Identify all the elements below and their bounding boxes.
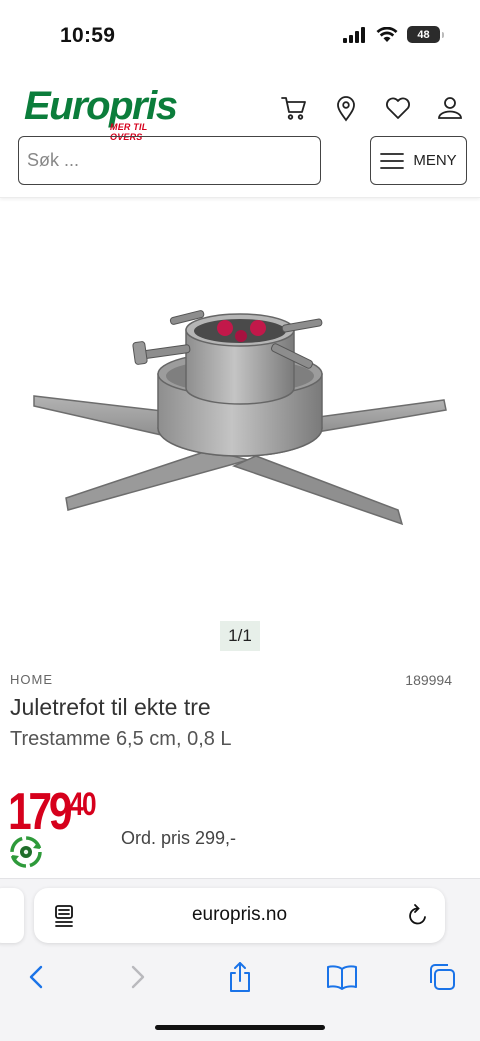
previous-tab-edge[interactable] [0,888,24,943]
product-brand[interactable]: HOME [10,672,53,687]
product-sku: 189994 [405,672,452,688]
browser-toolbar: europris.no [0,878,480,1041]
site-header: Europris MER TIL OVERS Søk ... MENY [0,70,480,198]
address-bar[interactable]: europris.no [34,888,445,943]
ordinary-price: Ord. pris 299,- [121,828,237,848]
status-bar: 10:59 48 [0,0,480,70]
hamburger-icon [380,152,405,169]
product-title: Juletrefot til ekte tre [10,694,211,720]
search-placeholder: Søk ... [27,150,80,170]
cart-icon[interactable] [280,94,308,122]
bookmarks-icon[interactable] [322,957,362,997]
search-input[interactable]: Søk ... [18,136,321,185]
product-price: 179 40 [8,786,100,838]
user-icon[interactable] [436,94,464,122]
status-icons: 48 [343,26,444,43]
recycle-icon [10,836,42,868]
image-pager: 1/1 [220,621,260,651]
back-icon[interactable] [16,957,56,997]
product-subtitle: Trestamme 6,5 cm, 0,8 L [10,728,232,750]
battery-indicator: 48 [407,26,444,43]
browser-nav-row [0,957,480,997]
location-pin-icon[interactable] [332,94,360,122]
menu-button[interactable]: MENY [370,136,467,185]
reload-icon[interactable] [407,903,429,927]
home-indicator [155,1025,325,1030]
tabs-icon[interactable] [422,957,462,997]
heart-icon[interactable] [384,94,412,122]
europris-logo[interactable]: Europris MER TIL OVERS [24,84,180,142]
price-decimals: 40 [68,786,97,822]
price-main: 179 [8,783,73,841]
menu-label: MENY [413,152,457,169]
share-icon[interactable] [220,957,260,997]
status-time: 10:59 [60,24,116,47]
forward-icon[interactable] [118,957,158,997]
url-text: europris.no [191,904,288,925]
signal-icon [343,26,365,43]
product-image[interactable] [20,270,460,540]
header-icons [280,94,464,122]
wifi-icon [376,26,398,42]
